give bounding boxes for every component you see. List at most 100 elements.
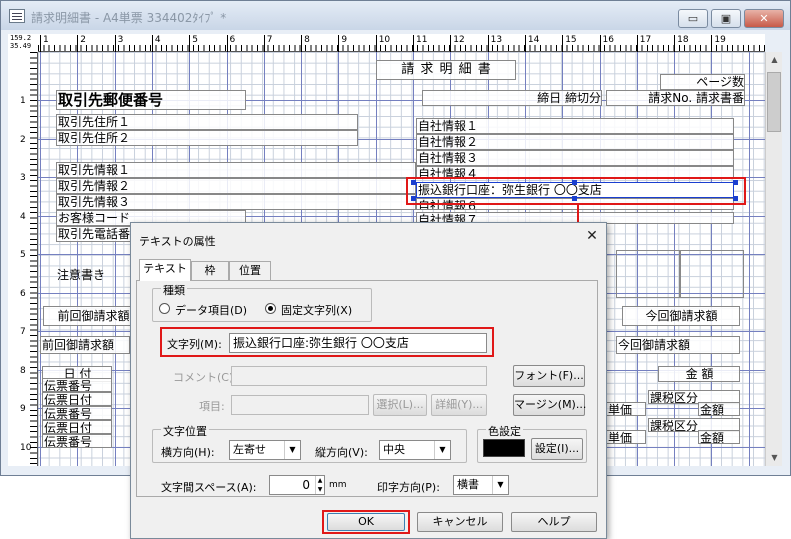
- this-billing-amount[interactable]: 今回御請求額: [616, 336, 740, 354]
- radio-fixed-string[interactable]: [265, 303, 276, 314]
- minimize-button[interactable]: ▭: [678, 9, 708, 28]
- ruler-number: 7: [266, 35, 273, 45]
- notes-label[interactable]: 注意書き: [56, 268, 136, 286]
- item-input[interactable]: [231, 395, 369, 415]
- tab-text[interactable]: テキスト: [139, 259, 191, 281]
- slip-date-field[interactable]: 伝票日付: [42, 420, 112, 434]
- horizontal-select-value: 左寄せ: [233, 443, 266, 456]
- ruler-number: 11: [416, 35, 428, 45]
- prev-billing-header[interactable]: 前回御請求額: [43, 306, 143, 326]
- vertical-scrollbar[interactable]: ▲ ▼: [765, 52, 782, 466]
- string-input[interactable]: 振込銀行口座:弥生銀行 〇〇支店: [229, 333, 487, 353]
- item-label: 項目:: [199, 400, 225, 413]
- maximize-button[interactable]: ▣: [711, 9, 741, 28]
- ruler-number: 2: [80, 35, 87, 45]
- tab-panel: 種類 データ項目(D) 固定文字列(X) 文字列(M): 振込銀行口座:弥生銀行…: [136, 280, 598, 497]
- ruler-major-tick: [711, 35, 713, 52]
- address2-field[interactable]: 取引先住所２: [56, 130, 358, 146]
- unit-price-field[interactable]: 単価: [606, 402, 646, 416]
- margin-button[interactable]: マージン(M)...: [513, 394, 586, 416]
- detail-button[interactable]: 詳細(Y)...: [431, 394, 487, 416]
- cancel-button[interactable]: キャンセル: [417, 512, 503, 532]
- print-direction-value: 横書: [457, 478, 479, 491]
- color-group-label: 色設定: [486, 423, 523, 439]
- vertical-select[interactable]: 中央 ▼: [379, 440, 451, 460]
- amount-field[interactable]: 金額: [698, 430, 740, 444]
- font-button[interactable]: フォント(F)...: [513, 365, 585, 387]
- ruler-number: 13: [490, 35, 503, 45]
- scroll-down-icon[interactable]: ▼: [766, 450, 783, 466]
- resize-handle[interactable]: [572, 196, 577, 201]
- horizontal-select[interactable]: 左寄せ ▼: [229, 440, 301, 460]
- this-billing-header[interactable]: 今回御請求額: [622, 306, 740, 326]
- stamp-box[interactable]: [616, 250, 680, 298]
- resize-handle[interactable]: [411, 180, 416, 185]
- radio-data-item[interactable]: [159, 303, 170, 314]
- ruler-major-tick: [40, 35, 41, 52]
- amount-column-header[interactable]: 金 額: [658, 366, 740, 382]
- window-title: 請求明細書 - A4単票 334402ﾀｲﾌﾟ *: [31, 11, 227, 25]
- ruler-major-tick: [226, 35, 228, 52]
- resize-handle[interactable]: [572, 180, 577, 185]
- resize-handle[interactable]: [733, 180, 738, 185]
- company-info2-field[interactable]: 自社情報２: [416, 134, 734, 150]
- slip-date-field[interactable]: 伝票日付: [42, 392, 112, 406]
- ruler-major-tick: [151, 35, 153, 52]
- text-properties-dialog: テキストの属性 ✕ テキスト 枠 位置 種類 データ項目(D) 固定文字列(X)…: [130, 222, 607, 539]
- company-info3-field[interactable]: 自社情報３: [416, 150, 734, 166]
- ruler-major-tick: [263, 35, 265, 52]
- slip-number-field[interactable]: 伝票番号: [42, 434, 112, 448]
- resize-handle[interactable]: [733, 196, 738, 201]
- chevron-down-icon: ▼: [492, 476, 508, 494]
- slip-number-field[interactable]: 伝票番号: [42, 406, 112, 420]
- ruler-number: 1: [20, 96, 26, 106]
- ruler-corner: 159.2 35.49: [8, 34, 38, 52]
- help-button[interactable]: ヘルプ: [511, 512, 597, 532]
- spinner-icon[interactable]: ▲ ▼: [315, 476, 324, 494]
- amount-field[interactable]: 金額: [698, 402, 740, 416]
- stamp-box[interactable]: [680, 250, 744, 298]
- ruler-major-tick: [487, 35, 489, 52]
- prev-billing-amount[interactable]: 前回御請求額: [40, 336, 130, 354]
- ruler-number: 9: [20, 404, 26, 414]
- ruler-number: 10: [378, 35, 391, 45]
- print-direction-select[interactable]: 横書 ▼: [453, 475, 509, 495]
- address1-field[interactable]: 取引先住所１: [56, 114, 358, 130]
- tab-frame[interactable]: 枠: [191, 261, 229, 281]
- ruler-number: 14: [527, 35, 540, 45]
- page-number-field[interactable]: ページ数: [660, 74, 745, 90]
- scrollbar-thumb[interactable]: [767, 72, 781, 132]
- comment-input[interactable]: [231, 366, 487, 386]
- ruler-major-tick: [338, 35, 340, 52]
- scroll-up-icon[interactable]: ▲: [766, 52, 783, 68]
- postal-code-field[interactable]: 取引先郵便番号: [56, 90, 246, 110]
- ruler-major-tick: [562, 35, 564, 52]
- ruler-number: 3: [117, 35, 124, 45]
- info1-field[interactable]: 取引先情報１: [56, 162, 416, 178]
- closing-date-field[interactable]: 締日 締切分: [422, 90, 602, 106]
- form-title[interactable]: 請 求 明 細 書: [376, 60, 516, 80]
- ruler-major-tick: [636, 35, 638, 52]
- grid-line: [748, 52, 750, 466]
- close-button[interactable]: ✕: [744, 9, 784, 28]
- ruler-number: 6: [229, 35, 236, 45]
- unit-price-field[interactable]: 単価: [606, 430, 646, 444]
- select-button[interactable]: 選択(L)...: [373, 394, 427, 416]
- ok-button[interactable]: OK: [327, 513, 405, 531]
- radio-fixed-string-label[interactable]: 固定文字列(X): [281, 302, 352, 318]
- dialog-close-button[interactable]: ✕: [581, 227, 603, 245]
- color-settings-button[interactable]: 設定(I)...: [531, 438, 583, 460]
- info2-field[interactable]: 取引先情報２: [56, 178, 416, 194]
- resize-handle[interactable]: [411, 196, 416, 201]
- grid-line: [40, 52, 41, 466]
- tab-position[interactable]: 位置: [229, 261, 271, 281]
- info3-field[interactable]: 取引先情報３: [56, 194, 416, 210]
- invoice-number-field[interactable]: 請求No. 請求書番: [606, 90, 745, 106]
- slip-number-field[interactable]: 伝票番号: [42, 378, 112, 392]
- ruler-major-tick: [450, 35, 452, 52]
- company-info1-field[interactable]: 自社情報１: [416, 118, 734, 134]
- ruler-number: 16: [602, 35, 614, 45]
- ruler-major-tick: [599, 35, 601, 52]
- radio-data-item-label[interactable]: データ項目(D): [175, 302, 247, 318]
- ruler-number: 17: [639, 35, 652, 45]
